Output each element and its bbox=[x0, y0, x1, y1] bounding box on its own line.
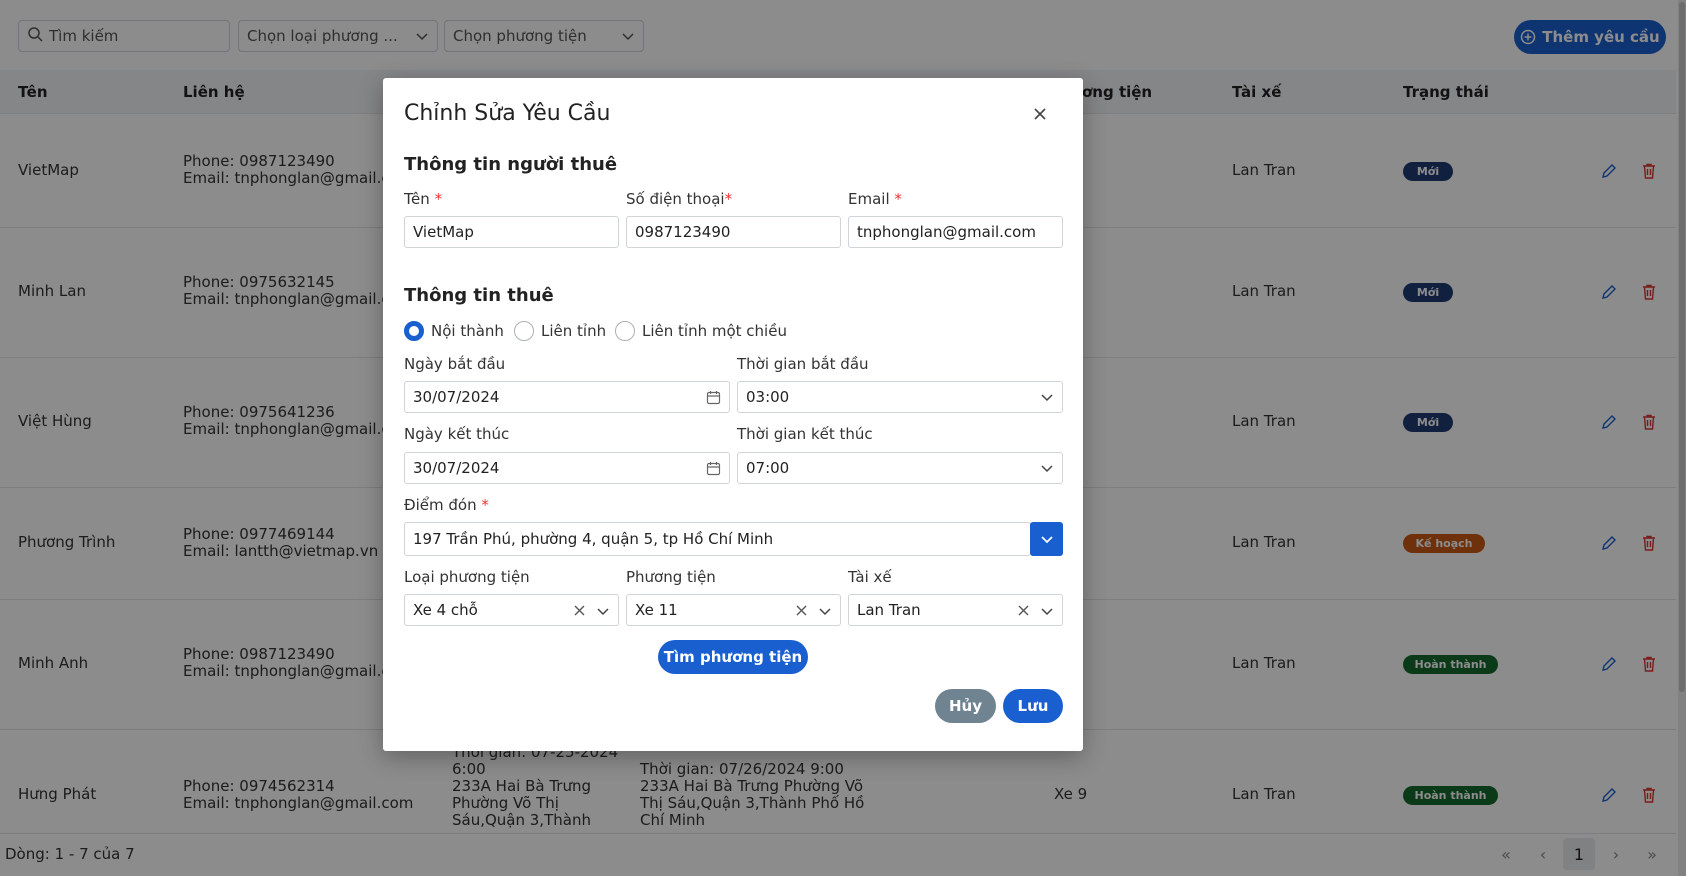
chevron-down-icon bbox=[597, 608, 609, 616]
edit-request-modal: Chỉnh Sửa Yêu Cầu Thông tin người thuê T… bbox=[383, 78, 1083, 751]
radio-label: Nội thành bbox=[431, 322, 504, 340]
email-label: Email * bbox=[848, 190, 902, 208]
start-date-picker[interactable]: 30/07/2024 bbox=[404, 381, 730, 413]
chevron-down-icon bbox=[1041, 394, 1053, 402]
driver-value: Lan Tran bbox=[857, 601, 921, 619]
radio-inner-city[interactable]: Nội thành bbox=[404, 321, 504, 341]
find-vehicle-button[interactable]: Tìm phương tiện bbox=[658, 640, 808, 674]
pickup-field[interactable]: 197 Trần Phú, phường 4, quận 5, tp Hồ Ch… bbox=[404, 522, 1031, 556]
rental-section-title: Thông tin thuê bbox=[404, 285, 554, 306]
vehicle-select[interactable]: Xe 11 bbox=[626, 594, 841, 626]
cancel-button[interactable]: Hủy bbox=[935, 689, 996, 723]
driver-select[interactable]: Lan Tran bbox=[848, 594, 1063, 626]
name-label: Tên * bbox=[404, 190, 443, 208]
driver-label: Tài xế bbox=[848, 568, 892, 586]
end-time-value: 07:00 bbox=[746, 459, 790, 477]
vehicle-type-select[interactable]: Xe 4 chỗ bbox=[404, 594, 619, 626]
start-date-value: 30/07/2024 bbox=[413, 388, 500, 406]
chevron-down-icon bbox=[819, 608, 831, 616]
radio-unselected-icon bbox=[615, 321, 635, 341]
calendar-icon[interactable] bbox=[706, 390, 721, 405]
chevron-down-icon bbox=[1041, 608, 1053, 616]
radio-selected-icon bbox=[404, 321, 424, 341]
end-time-label: Thời gian kết thúc bbox=[737, 425, 873, 443]
radio-label: Liên tỉnh bbox=[541, 322, 607, 340]
start-time-label: Thời gian bắt đầu bbox=[737, 355, 869, 373]
close-icon[interactable] bbox=[1031, 105, 1049, 123]
end-time-select[interactable]: 07:00 bbox=[737, 452, 1063, 484]
vehicle-type-label: Loại phương tiện bbox=[404, 568, 530, 586]
chevron-down-icon bbox=[1040, 536, 1053, 544]
end-date-label: Ngày kết thúc bbox=[404, 425, 510, 443]
pickup-dropdown-button[interactable] bbox=[1030, 522, 1063, 556]
save-button[interactable]: Lưu bbox=[1003, 689, 1063, 723]
radio-intercity-one-way[interactable]: Liên tỉnh một chiều bbox=[615, 321, 787, 341]
end-date-value: 30/07/2024 bbox=[413, 459, 500, 477]
radio-label: Liên tỉnh một chiều bbox=[642, 322, 787, 340]
email-field[interactable]: tnphonglan@gmail.com bbox=[848, 216, 1063, 248]
clear-icon[interactable] bbox=[795, 604, 808, 617]
renter-section-title: Thông tin người thuê bbox=[404, 154, 618, 175]
vehicle-type-value: Xe 4 chỗ bbox=[413, 601, 478, 619]
radio-intercity[interactable]: Liên tỉnh bbox=[514, 321, 606, 341]
chevron-down-icon bbox=[1041, 465, 1053, 473]
end-date-picker[interactable]: 30/07/2024 bbox=[404, 452, 730, 484]
start-time-value: 03:00 bbox=[746, 388, 790, 406]
clear-icon[interactable] bbox=[1017, 604, 1030, 617]
vehicle-label: Phương tiện bbox=[626, 568, 716, 586]
pickup-label: Điểm đón * bbox=[404, 496, 489, 514]
radio-unselected-icon bbox=[514, 321, 534, 341]
start-date-label: Ngày bắt đầu bbox=[404, 355, 506, 373]
vehicle-value: Xe 11 bbox=[635, 601, 678, 619]
clear-icon[interactable] bbox=[573, 604, 586, 617]
phone-field[interactable]: 0987123490 bbox=[626, 216, 841, 248]
name-field[interactable]: VietMap bbox=[404, 216, 619, 248]
modal-title: Chỉnh Sửa Yêu Cầu bbox=[404, 101, 611, 126]
phone-label: Số điện thoại* bbox=[626, 190, 733, 208]
calendar-icon[interactable] bbox=[706, 461, 721, 476]
start-time-select[interactable]: 03:00 bbox=[737, 381, 1063, 413]
